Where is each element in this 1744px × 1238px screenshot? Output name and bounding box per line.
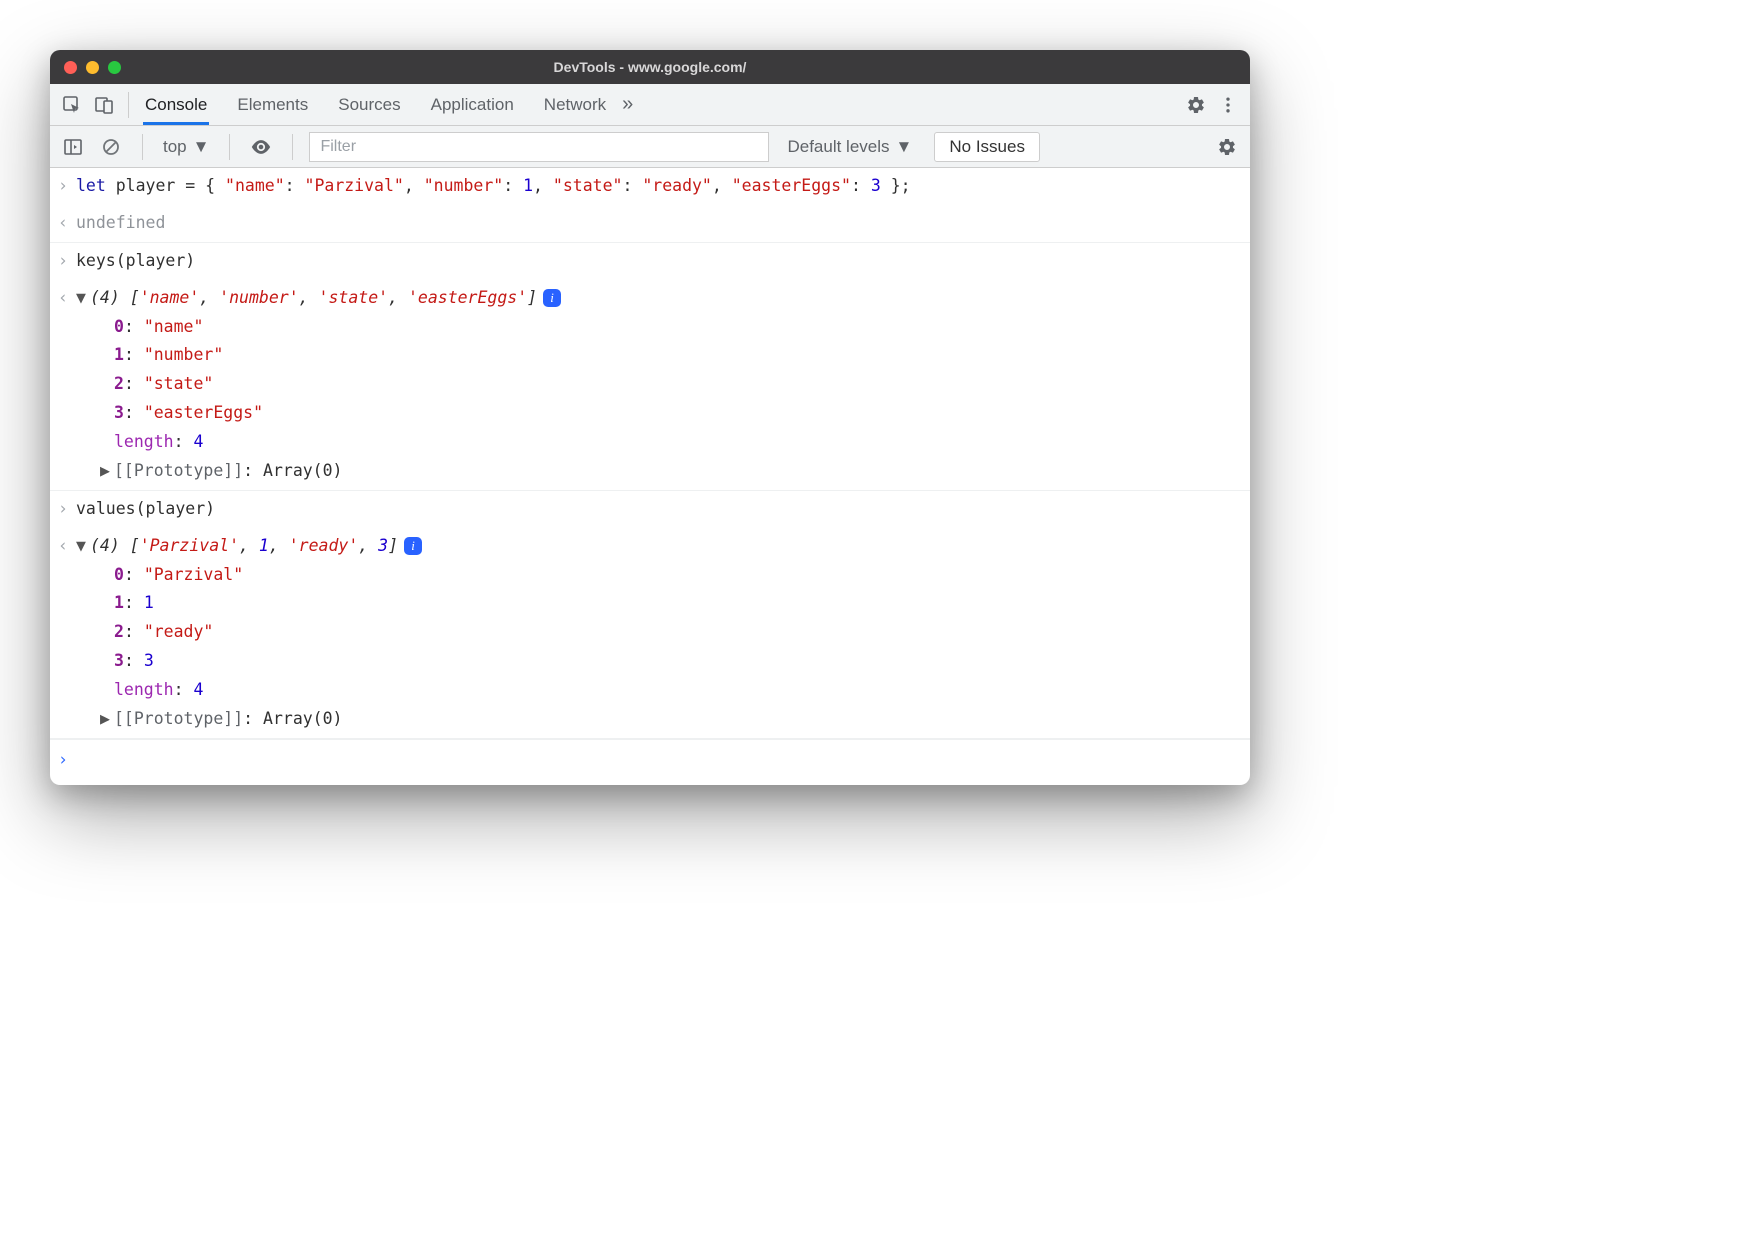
output-chevron-icon: ‹ bbox=[58, 284, 76, 313]
disclosure-triangle-icon[interactable]: ▶ bbox=[100, 705, 114, 734]
execution-context-selector[interactable]: top ▼ bbox=[159, 137, 213, 157]
divider bbox=[229, 134, 230, 160]
device-toggle-icon[interactable] bbox=[88, 89, 120, 121]
minimize-window-button[interactable] bbox=[86, 61, 99, 74]
array-item[interactable]: 1: "number" bbox=[114, 341, 1240, 370]
console-input-code[interactable]: values(player) bbox=[76, 495, 1240, 524]
kebab-menu-icon[interactable] bbox=[1212, 89, 1244, 121]
settings-icon[interactable] bbox=[1180, 89, 1212, 121]
divider bbox=[128, 92, 129, 118]
console-settings-icon[interactable] bbox=[1212, 131, 1242, 163]
close-window-button[interactable] bbox=[64, 61, 77, 74]
console-output-value: undefined bbox=[76, 209, 1240, 238]
inspect-element-icon[interactable] bbox=[56, 89, 88, 121]
console-output-row: ‹ ▼(4) ['Parzival', 1, 'ready', 3]i 0: "… bbox=[50, 528, 1250, 739]
array-length: length: 4 bbox=[114, 676, 1240, 705]
tabs-overflow-button[interactable]: » bbox=[622, 93, 633, 116]
array-item[interactable]: 3: 3 bbox=[114, 647, 1240, 676]
tab-sources[interactable]: Sources bbox=[336, 84, 402, 125]
tab-network[interactable]: Network bbox=[542, 84, 608, 125]
tab-console[interactable]: Console bbox=[143, 84, 209, 125]
info-icon[interactable]: i bbox=[404, 537, 422, 555]
array-item[interactable]: 2: "state" bbox=[114, 370, 1240, 399]
array-prototype[interactable]: ▶[[Prototype]]: Array(0) bbox=[100, 457, 1240, 486]
tab-elements[interactable]: Elements bbox=[235, 84, 310, 125]
array-summary[interactable]: ▼(4) ['name', 'number', 'state', 'easter… bbox=[76, 284, 1240, 313]
filter-input[interactable] bbox=[309, 132, 769, 162]
console-body: › let player = { "name": "Parzival", "nu… bbox=[50, 168, 1250, 785]
clear-console-icon[interactable] bbox=[96, 131, 126, 163]
array-prototype[interactable]: ▶[[Prototype]]: Array(0) bbox=[100, 705, 1240, 734]
array-item[interactable]: 0: "Parzival" bbox=[114, 561, 1240, 590]
disclosure-triangle-icon[interactable]: ▼ bbox=[76, 532, 90, 561]
console-input-code[interactable]: let player = { "name": "Parzival", "numb… bbox=[76, 172, 1240, 201]
console-input-code[interactable]: keys(player) bbox=[76, 247, 1240, 276]
disclosure-triangle-icon[interactable]: ▶ bbox=[100, 457, 114, 486]
divider bbox=[142, 134, 143, 160]
window-title: DevTools - www.google.com/ bbox=[50, 59, 1250, 75]
array-length: length: 4 bbox=[114, 428, 1240, 457]
devtools-window: DevTools - www.google.com/ Console Eleme… bbox=[50, 50, 1250, 785]
console-toolbar: top ▼ Default levels ▼ No Issues bbox=[50, 126, 1250, 168]
disclosure-triangle-icon[interactable]: ▼ bbox=[76, 284, 90, 313]
log-levels-label: Default levels bbox=[787, 137, 889, 157]
divider bbox=[292, 134, 293, 160]
array-item[interactable]: 3: "easterEggs" bbox=[114, 399, 1240, 428]
tab-application[interactable]: Application bbox=[429, 84, 516, 125]
input-chevron-icon: › bbox=[58, 172, 76, 201]
array-summary[interactable]: ▼(4) ['Parzival', 1, 'ready', 3]i bbox=[76, 532, 1240, 561]
console-input-row: › let player = { "name": "Parzival", "nu… bbox=[50, 168, 1250, 205]
input-chevron-icon: › bbox=[58, 495, 76, 524]
console-prompt-row[interactable]: › bbox=[50, 739, 1250, 785]
console-output-row: ‹ undefined bbox=[50, 205, 1250, 243]
traffic-lights bbox=[64, 61, 121, 74]
console-output-row: ‹ ▼(4) ['name', 'number', 'state', 'east… bbox=[50, 280, 1250, 491]
prompt-chevron-icon: › bbox=[58, 746, 76, 775]
titlebar: DevTools - www.google.com/ bbox=[50, 50, 1250, 84]
execution-context-label: top bbox=[163, 137, 187, 157]
output-chevron-icon: ‹ bbox=[58, 532, 76, 561]
tabs-row: Console Elements Sources Application Net… bbox=[50, 84, 1250, 126]
array-item[interactable]: 2: "ready" bbox=[114, 618, 1240, 647]
console-input-row: › values(player) bbox=[50, 491, 1250, 528]
live-expression-icon[interactable] bbox=[246, 131, 276, 163]
chevron-down-icon: ▼ bbox=[896, 137, 913, 157]
input-chevron-icon: › bbox=[58, 247, 76, 276]
sidebar-toggle-icon[interactable] bbox=[58, 131, 88, 163]
chevron-down-icon: ▼ bbox=[193, 137, 210, 157]
maximize-window-button[interactable] bbox=[108, 61, 121, 74]
info-icon[interactable]: i bbox=[543, 289, 561, 307]
array-item[interactable]: 1: 1 bbox=[114, 589, 1240, 618]
console-input-row: › keys(player) bbox=[50, 243, 1250, 280]
panel-tabs: Console Elements Sources Application Net… bbox=[143, 84, 608, 125]
output-chevron-icon: ‹ bbox=[58, 209, 76, 238]
log-levels-selector[interactable]: Default levels ▼ bbox=[787, 137, 912, 157]
array-item[interactable]: 0: "name" bbox=[114, 313, 1240, 342]
issues-button[interactable]: No Issues bbox=[934, 132, 1040, 162]
